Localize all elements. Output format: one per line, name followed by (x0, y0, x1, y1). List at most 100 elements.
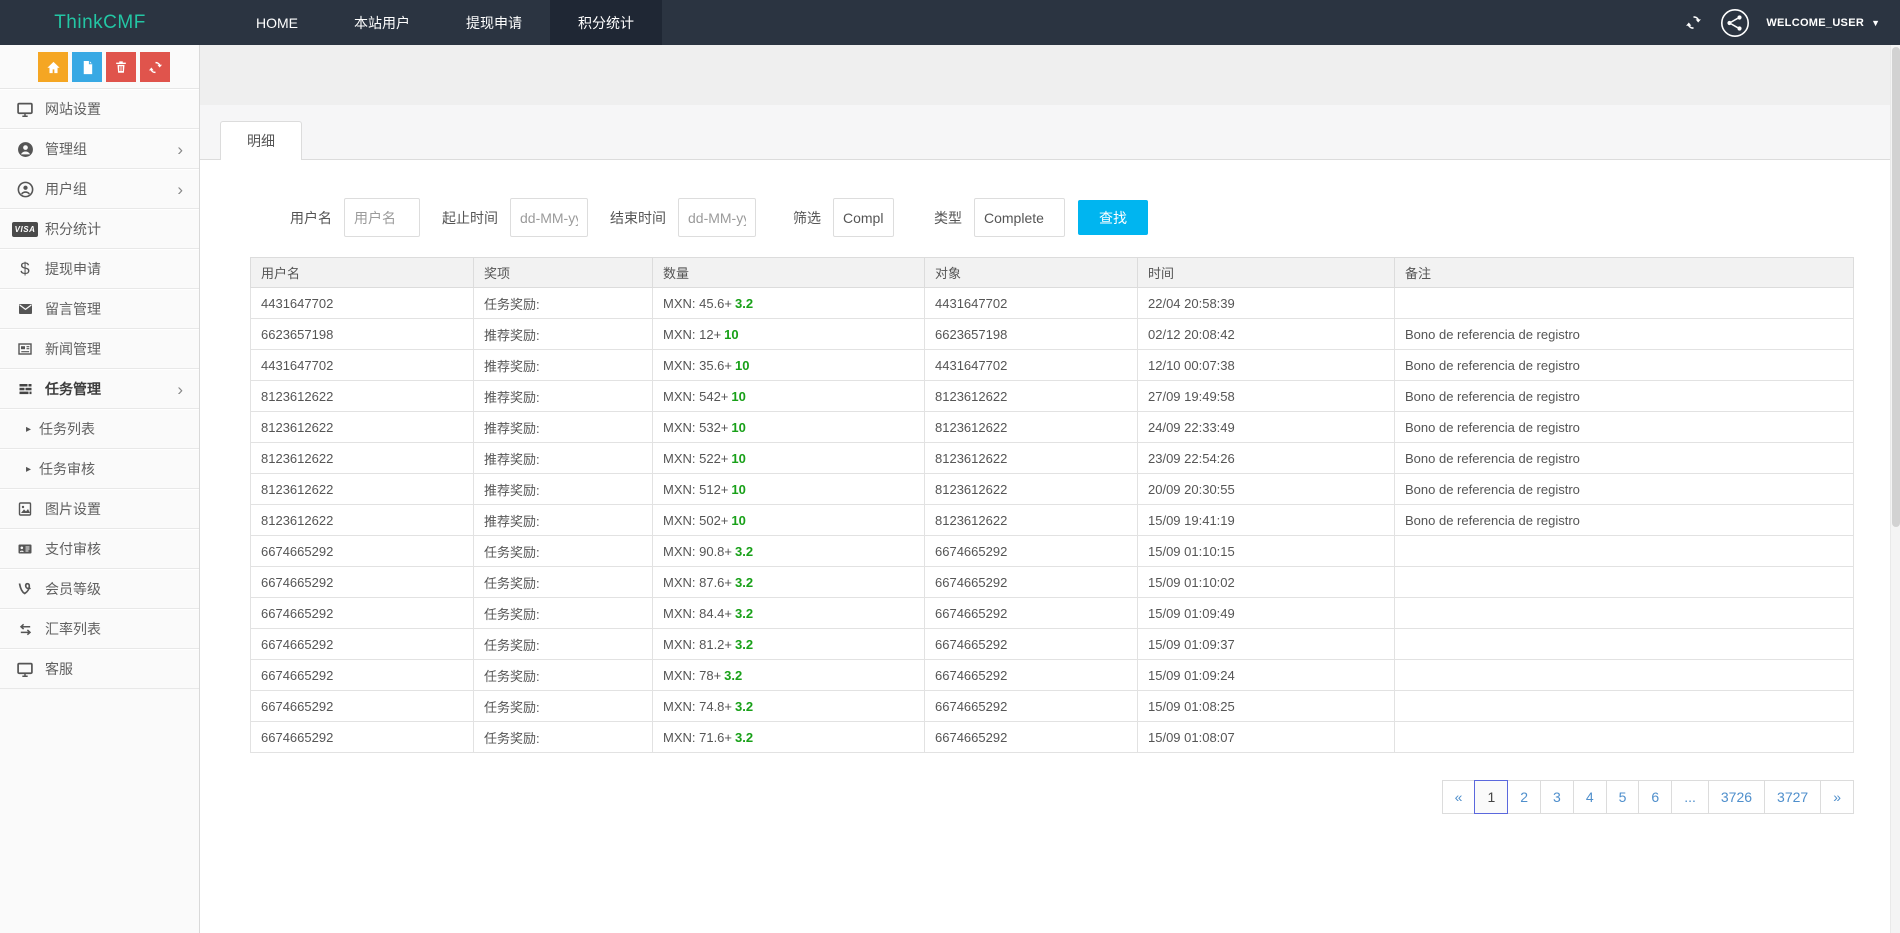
table-row: 6674665292任务奖励:MXN: 90.8+3.2667466529215… (251, 536, 1854, 567)
nav-item-site-users[interactable]: 本站用户 (326, 0, 438, 45)
app-logo[interactable]: ThinkCMF (0, 0, 200, 45)
page-button[interactable]: 2 (1507, 780, 1541, 814)
sidebar-item-task-review[interactable]: ▸ 任务审核 (0, 449, 199, 489)
amount-base: MXN: 512+ (663, 482, 728, 497)
page-button[interactable]: 4 (1573, 780, 1607, 814)
amount-base: MXN: 71.6+ (663, 730, 732, 745)
content-card: 明细 用户名 起止时间 结束时间 筛选 (200, 105, 1900, 933)
file-icon[interactable] (72, 52, 102, 82)
search-button[interactable]: 查找 (1078, 200, 1148, 235)
page-button[interactable]: « (1442, 780, 1476, 814)
sidebar-item-user-group[interactable]: 用户组 › (0, 169, 199, 209)
target-cell: 6674665292 (925, 536, 1138, 567)
page-button[interactable]: » (1820, 780, 1854, 814)
sidebar-item-payment-review[interactable]: 支付审核 (0, 529, 199, 569)
note-cell (1395, 691, 1854, 722)
page-button[interactable]: 3 (1540, 780, 1574, 814)
start-date-input[interactable] (510, 198, 588, 237)
page-button[interactable]: 5 (1606, 780, 1640, 814)
amount-bonus: 3.2 (735, 296, 753, 311)
amount-cell: MXN: 74.8+3.2 (653, 691, 925, 722)
sidebar-item-news[interactable]: 新闻管理 (0, 329, 199, 369)
user-cell: 4431647702 (251, 288, 474, 319)
sidebar-item-image-settings[interactable]: 图片设置 (0, 489, 199, 529)
page-button[interactable]: 6 (1638, 780, 1672, 814)
sidebar-item-points-stats[interactable]: VISA 积分统计 (0, 209, 199, 249)
recycle-icon[interactable] (140, 52, 170, 82)
target-cell: 6623657198 (925, 319, 1138, 350)
sidebar-item-label: 任务列表 (39, 419, 95, 439)
chevron-right-icon: › (177, 381, 183, 398)
nav-item-points-stats[interactable]: 积分统计 (550, 0, 662, 45)
amount-base: MXN: 74.8+ (663, 699, 732, 714)
time-cell: 12/10 00:07:38 (1138, 350, 1395, 381)
sidebar-item-withdrawals[interactable]: $ 提现申请 (0, 249, 199, 289)
filter-select[interactable] (833, 198, 894, 237)
refresh-icon[interactable] (1682, 12, 1704, 34)
time-cell: 27/09 19:49:58 (1138, 381, 1395, 412)
amount-base: MXN: 78+ (663, 668, 721, 683)
amount-bonus: 10 (731, 482, 745, 497)
target-cell: 6674665292 (925, 691, 1138, 722)
user-cell: 8123612622 (251, 412, 474, 443)
amount-bonus: 3.2 (735, 699, 753, 714)
amount-cell: MXN: 512+10 (653, 474, 925, 505)
amount-bonus: 10 (731, 451, 745, 466)
sidebar-item-label: 用户组 (45, 179, 87, 199)
amount-cell: MXN: 90.8+3.2 (653, 536, 925, 567)
newspaper-icon (14, 341, 36, 357)
page-button[interactable]: 3727 (1764, 780, 1821, 814)
time-cell: 22/04 20:58:39 (1138, 288, 1395, 319)
target-cell: 4431647702 (925, 350, 1138, 381)
award-cell: 任务奖励: (474, 288, 653, 319)
page-button[interactable]: 1 (1474, 780, 1508, 814)
amount-cell: MXN: 87.6+3.2 (653, 567, 925, 598)
username-input[interactable] (344, 198, 420, 237)
tasks-icon (14, 381, 36, 397)
user-cell: 6674665292 (251, 722, 474, 753)
end-date-input[interactable] (678, 198, 756, 237)
target-cell: 6674665292 (925, 598, 1138, 629)
sidebar-item-label: 网站设置 (45, 99, 101, 119)
time-cell: 02/12 20:08:42 (1138, 319, 1395, 350)
trash-icon[interactable] (106, 52, 136, 82)
scrollbar[interactable] (1890, 45, 1900, 933)
table-row: 6674665292任务奖励:MXN: 87.6+3.2667466529215… (251, 567, 1854, 598)
time-cell: 15/09 19:41:19 (1138, 505, 1395, 536)
avatar[interactable] (1720, 8, 1750, 38)
sidebar-item-member-level[interactable]: 会员等级 (0, 569, 199, 609)
time-cell: 15/09 01:10:02 (1138, 567, 1395, 598)
amount-bonus: 3.2 (724, 668, 742, 683)
amount-cell: MXN: 12+10 (653, 319, 925, 350)
col-amount: 数量 (653, 258, 925, 288)
amount-bonus: 3.2 (735, 544, 753, 559)
user-menu[interactable]: WELCOME_USER ▼ (1766, 17, 1880, 29)
note-cell: Bono de referencia de registro (1395, 412, 1854, 443)
sidebar-item-exchange-rates[interactable]: 汇率列表 (0, 609, 199, 649)
nav-item-withdrawals[interactable]: 提现申请 (438, 0, 550, 45)
type-select[interactable] (974, 198, 1065, 237)
sidebar-item-messages[interactable]: 留言管理 (0, 289, 199, 329)
sidebar-item-admin-group[interactable]: 管理组 › (0, 129, 199, 169)
target-cell: 6674665292 (925, 629, 1138, 660)
amount-bonus: 3.2 (735, 606, 753, 621)
note-cell (1395, 629, 1854, 660)
page-button[interactable]: 3726 (1708, 780, 1765, 814)
id-card-icon (14, 541, 36, 557)
user-cell: 4431647702 (251, 350, 474, 381)
col-award: 奖项 (474, 258, 653, 288)
sidebar-item-label: 支付审核 (45, 539, 101, 559)
scrollbar-thumb[interactable] (1892, 47, 1900, 527)
user-outline-icon (14, 181, 36, 198)
user-cell: 8123612622 (251, 443, 474, 474)
sidebar-item-task-list[interactable]: ▸ 任务列表 (0, 409, 199, 449)
sidebar-item-task-management[interactable]: 任务管理 › (0, 369, 199, 409)
sidebar-item-site-settings[interactable]: 网站设置 (0, 89, 199, 129)
tab-detail[interactable]: 明细 (220, 121, 302, 160)
award-cell: 任务奖励: (474, 536, 653, 567)
user-cell: 8123612622 (251, 474, 474, 505)
sidebar-item-customer-service[interactable]: 客服 (0, 649, 199, 689)
nav-item-home[interactable]: HOME (228, 0, 326, 45)
home-icon[interactable] (38, 52, 68, 82)
page-button[interactable]: ... (1671, 780, 1709, 814)
